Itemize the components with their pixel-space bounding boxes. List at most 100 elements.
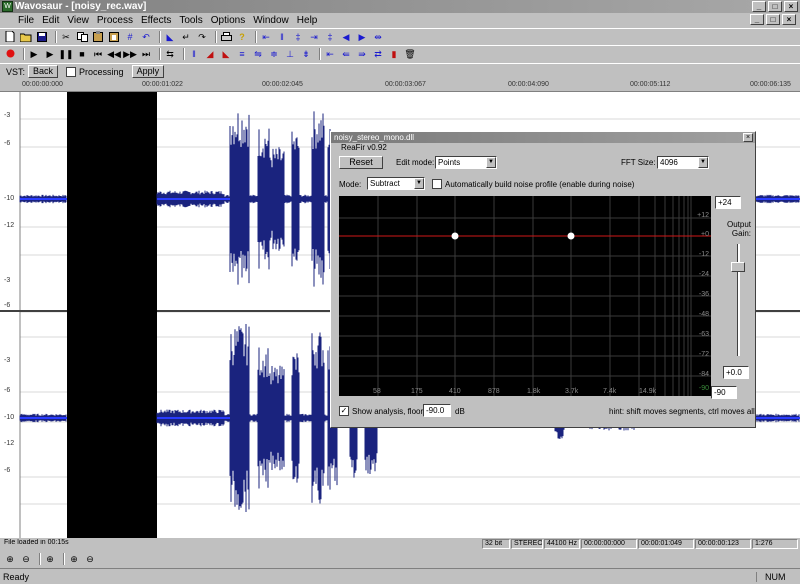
play-loop-icon[interactable]: ▶ [44,48,56,60]
marker-icon[interactable]: ‖ [276,31,288,43]
stereo-icon[interactable]: ⇟ [300,48,312,60]
move-left-icon[interactable]: ⇚ [340,48,352,60]
floor-field[interactable]: -90.0 [423,404,451,417]
new-file-icon[interactable] [4,31,16,43]
split-icon[interactable]: ⇹ [372,31,384,43]
gain-slider-thumb[interactable] [731,262,745,272]
cut-icon[interactable]: ✂ [60,31,72,43]
minimize-button[interactable]: _ [752,1,766,12]
cue-right-icon[interactable]: ▶ [356,31,368,43]
swap-icon[interactable]: ⇄ [372,48,384,60]
paste-icon[interactable] [92,31,104,43]
marker-end-icon[interactable]: ⇥ [308,31,320,43]
invert-icon[interactable]: ≑ [268,48,280,60]
mdi-minimize-button[interactable]: _ [750,14,764,25]
gain-min-field[interactable]: -90 [711,386,737,399]
pause-icon[interactable]: ❚❚ [58,48,73,60]
plot-ylabel: -90 [698,385,709,392]
apply-button[interactable]: Apply [131,65,165,78]
time-ruler[interactable]: 00:00:00:000 00:00:01:022 00:00:02:045 0… [0,80,800,92]
fft-size-select[interactable]: 4096 ▼ [657,156,709,169]
paste-new-icon[interactable] [108,31,120,43]
fade-in-2-icon[interactable]: ◣ [220,48,232,60]
open-folder-icon[interactable] [20,31,32,43]
plot-ylabel: -36 [698,291,709,298]
show-analysis-checkbox[interactable]: ✓ [339,406,349,416]
reset-button[interactable]: Reset [339,156,383,169]
help-icon[interactable]: ? [236,31,248,43]
mdi-maximize-button[interactable]: □ [766,14,780,25]
undo-icon[interactable]: ↶ [140,31,152,43]
ruler-time-1: 00:00:01:022 [142,81,183,88]
zoom-in-icon[interactable]: ⊕ [4,553,16,565]
marker-in-icon[interactable]: ⇤ [324,48,336,60]
eq-point [567,232,575,240]
trim-icon[interactable]: # [124,31,136,43]
processing-checkbox[interactable] [66,66,77,77]
menu-effects[interactable]: Effects [137,15,175,26]
loop-toggle-icon[interactable]: ⇆ [164,48,176,60]
plot-xlabel: 7.4k [603,388,617,395]
zoom-out-icon[interactable]: ⊖ [20,553,32,565]
db-label: -12 [4,440,15,447]
zoom-vertical-out-icon[interactable]: ⊖ [84,553,96,565]
rewind-icon[interactable]: ◀◀ [107,48,121,60]
gain-max-field[interactable]: +24 [715,196,741,209]
dialog-close-button[interactable]: × [743,133,753,142]
back-button[interactable]: Back [28,65,59,78]
trash-icon[interactable]: 🗑 [404,48,416,60]
move-right-icon[interactable]: ⇛ [356,48,368,60]
auto-noise-checkbox[interactable] [432,179,442,189]
menu-window[interactable]: Window [249,15,293,26]
record-icon[interactable] [4,48,16,60]
stop-icon[interactable]: ■ [76,48,88,60]
menu-view[interactable]: View [63,15,93,26]
play-icon[interactable]: ▶ [28,48,40,60]
loop-icon[interactable]: ↵ [180,31,192,43]
zoom-selection-icon[interactable]: ⊕ [44,553,56,565]
gain-value-field[interactable]: +0.0 [723,366,749,379]
silence-icon[interactable]: ≡ [236,48,248,60]
forward-end-icon[interactable]: ⏭ [140,48,152,60]
mode-select[interactable]: Subtract ▼ [367,177,425,190]
show-analysis-label: Show analysis, floor: [352,407,426,416]
zoom-vertical-in-icon[interactable]: ⊕ [68,553,80,565]
copy-icon[interactable] [76,31,88,43]
normalize-icon[interactable]: ‖ [188,48,200,60]
cue-left-icon[interactable]: ◀ [340,31,352,43]
plot-xlabel: 58 [373,388,381,395]
ruler-time-6: 00:00:06:135 [750,81,791,88]
menu-options[interactable]: Options [207,15,249,26]
mdi-close-button[interactable]: × [782,14,796,25]
dc-offset-icon[interactable]: ⊥ [284,48,296,60]
plot-xlabel: 3.7k [565,388,579,395]
redo-icon[interactable]: ↷ [196,31,208,43]
fade-in-icon[interactable]: ◣ [164,31,176,43]
frequency-plot[interactable]: +12 +0 -12 -24 -36 -48 -63 -72 -84 -90 5… [339,196,711,396]
region-icon[interactable]: ‡ [324,31,336,43]
edit-mode-select[interactable]: Points ▼ [435,156,497,169]
menu-edit[interactable]: Edit [38,15,63,26]
status-ready: Ready [3,571,30,582]
snap-icon[interactable]: ‡ [292,31,304,43]
gain-slider-track[interactable] [737,244,740,356]
fade-out-icon[interactable]: ◢ [204,48,216,60]
gain-icon[interactable]: ▮ [388,48,400,60]
rewind-start-icon[interactable]: ⏮ [92,48,104,60]
reverse-icon[interactable]: ⇋ [252,48,264,60]
fft-size-label: FFT Size: [621,158,656,167]
marker-start-icon[interactable]: ⇤ [260,31,272,43]
menu-process[interactable]: Process [93,15,137,26]
menu-file[interactable]: File [14,15,38,26]
menu-help[interactable]: Help [293,15,322,26]
print-icon[interactable] [220,31,232,43]
db-label: -3 [4,112,11,119]
plot-ylabel: -24 [698,271,709,278]
save-icon[interactable] [36,31,48,43]
db-unit-label: dB [455,407,465,416]
close-button[interactable]: × [784,1,798,12]
maximize-button[interactable]: □ [768,1,782,12]
menu-tools[interactable]: Tools [175,15,206,26]
dialog-title-bar[interactable]: noisy_stereo_mono.dll × [331,132,755,143]
forward-icon[interactable]: ▶▶ [123,48,137,60]
